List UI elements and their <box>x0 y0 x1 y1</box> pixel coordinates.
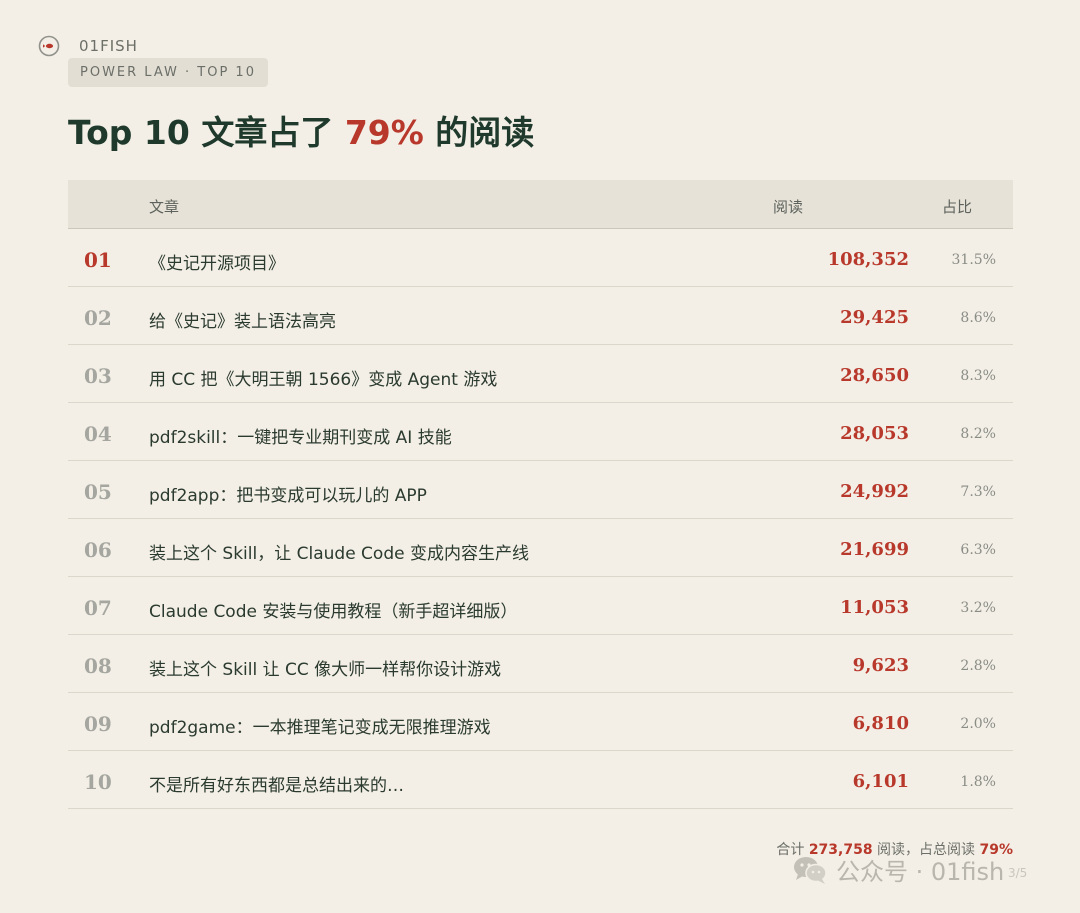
header-reads: 阅读 <box>773 198 804 216</box>
table-row[interactable]: 04 pdf2skill：一键把专业期刊变成 AI 技能 28,053 8.2% <box>68 403 1013 461</box>
title-suffix: 的阅读 <box>423 113 535 152</box>
page-title: Top 10 文章占了 79% 的阅读 <box>68 106 534 154</box>
read-share: 8.6% <box>960 310 996 326</box>
rank-number: 09 <box>84 712 112 736</box>
read-count: 9,623 <box>852 655 909 676</box>
brand: 01FISH <box>38 35 138 57</box>
table-row[interactable]: 02 给《史记》装上语法高亮 29,425 8.6% <box>68 287 1013 345</box>
read-share: 2.0% <box>960 716 996 732</box>
read-count: 108,352 <box>827 249 909 270</box>
read-count: 28,650 <box>840 365 909 386</box>
table-row[interactable]: 10 不是所有好东西都是总结出来的… 6,101 1.8% <box>68 751 1013 809</box>
read-count: 11,053 <box>840 597 909 618</box>
read-count: 24,992 <box>840 481 909 502</box>
article-title: 用 CC 把《大明王朝 1566》变成 Agent 游戏 <box>149 370 498 390</box>
page-number: 3/5 <box>1008 866 1028 880</box>
brand-name: 01FISH <box>79 37 138 55</box>
table-row[interactable]: 08 装上这个 Skill 让 CC 像大师一样帮你设计游戏 9,623 2.8… <box>68 635 1013 693</box>
wechat-watermark: 公众号 · 01fish 3/5 <box>792 852 1027 887</box>
read-share: 7.3% <box>960 484 996 500</box>
rank-number: 08 <box>84 654 112 678</box>
read-count: 6,810 <box>852 713 909 734</box>
article-title: 不是所有好东西都是总结出来的… <box>149 776 404 796</box>
article-title: 《史记开源项目》 <box>149 254 285 274</box>
rank-number: 04 <box>84 422 112 446</box>
read-share: 8.3% <box>960 368 996 384</box>
table-row[interactable]: 01 《史记开源项目》 108,352 31.5% <box>68 229 1013 287</box>
fish-logo-icon <box>38 35 60 57</box>
article-title: 给《史记》装上语法高亮 <box>149 312 336 332</box>
article-title: 装上这个 Skill 让 CC 像大师一样帮你设计游戏 <box>149 660 502 680</box>
wechat-icon <box>794 856 827 884</box>
rank-number: 05 <box>84 480 112 504</box>
article-title: 装上这个 Skill，让 Claude Code 变成内容生产线 <box>149 544 529 564</box>
rank-number: 07 <box>84 596 112 620</box>
read-count: 28,053 <box>840 423 909 444</box>
read-share: 31.5% <box>951 252 996 268</box>
rank-number: 10 <box>84 770 112 794</box>
title-percent: 79% <box>344 113 424 152</box>
rank-number: 02 <box>84 306 112 330</box>
read-share: 2.8% <box>960 658 996 674</box>
watermark-text: 公众号 · 01fish <box>836 858 1005 886</box>
article-title: pdf2skill：一键把专业期刊变成 AI 技能 <box>149 428 452 448</box>
table-row[interactable]: 06 装上这个 Skill，让 Claude Code 变成内容生产线 21,6… <box>68 519 1013 577</box>
header-share: 占比 <box>942 198 973 216</box>
article-title: pdf2app：把书变成可以玩儿的 APP <box>149 486 427 506</box>
table-header: 文章 阅读 占比 <box>68 180 1013 229</box>
rank-number: 06 <box>84 538 112 562</box>
read-share: 1.8% <box>960 774 996 790</box>
read-count: 6,101 <box>852 771 909 792</box>
header-title: 文章 <box>149 198 180 216</box>
rank-number: 01 <box>84 248 112 272</box>
read-share: 3.2% <box>960 600 996 616</box>
ranking-table: 文章 阅读 占比 01 《史记开源项目》 108,352 31.5% 02 给《… <box>68 180 1013 809</box>
table-row[interactable]: 03 用 CC 把《大明王朝 1566》变成 Agent 游戏 28,650 8… <box>68 345 1013 403</box>
read-count: 29,425 <box>840 307 909 328</box>
table-row[interactable]: 07 Claude Code 安装与使用教程（新手超详细版） 11,053 3.… <box>68 577 1013 635</box>
title-prefix: Top 10 文章占了 <box>68 113 345 152</box>
rank-number: 03 <box>84 364 112 388</box>
table-row[interactable]: 05 pdf2app：把书变成可以玩儿的 APP 24,992 7.3% <box>68 461 1013 519</box>
article-title: Claude Code 安装与使用教程（新手超详细版） <box>149 602 518 622</box>
read-share: 8.2% <box>960 426 996 442</box>
read-count: 21,699 <box>840 539 909 560</box>
table-row[interactable]: 09 pdf2game：一本推理笔记变成无限推理游戏 6,810 2.0% <box>68 693 1013 751</box>
article-card: 01FISH POWER LAW · TOP 10 Top 10 文章占了 79… <box>0 0 1080 913</box>
read-share: 6.3% <box>960 542 996 558</box>
category-tag: POWER LAW · TOP 10 <box>68 58 268 87</box>
article-title: pdf2game：一本推理笔记变成无限推理游戏 <box>149 718 491 738</box>
